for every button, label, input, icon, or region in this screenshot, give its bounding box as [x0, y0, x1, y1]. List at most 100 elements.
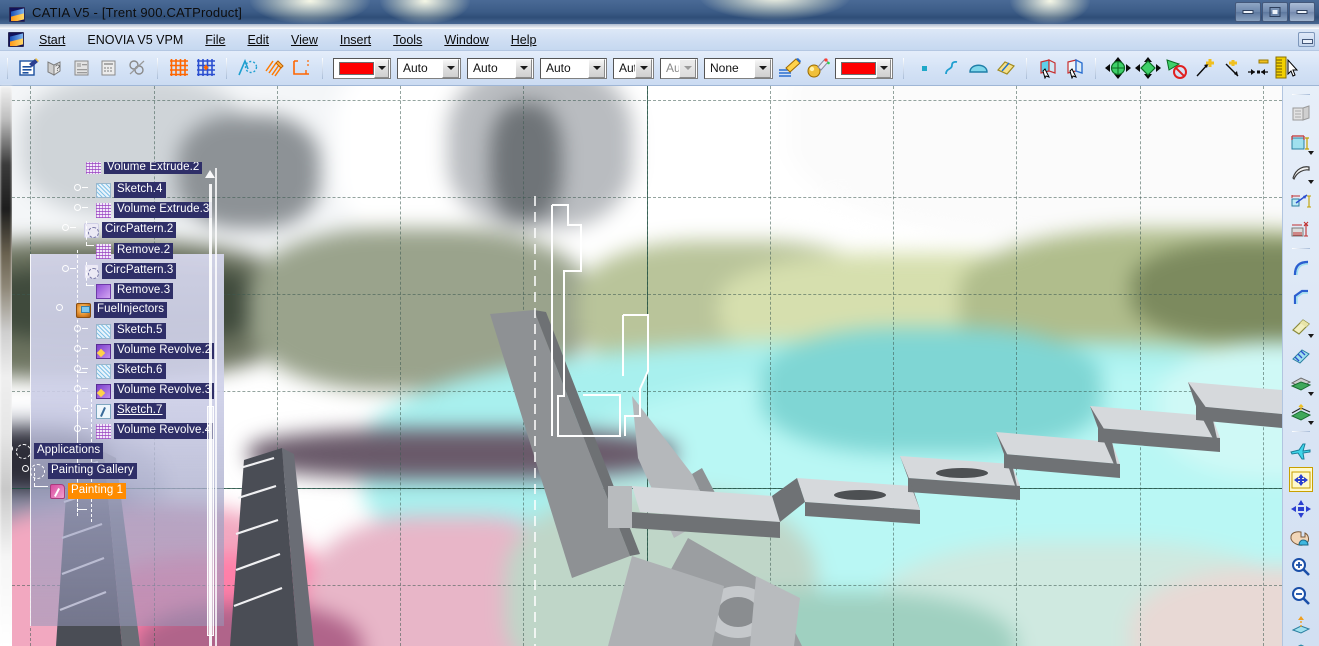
menu-start[interactable]: Start — [28, 29, 76, 51]
tree-node-volume-revolve-2[interactable]: Volume Revolve.2 — [96, 342, 215, 360]
menu-view[interactable]: View — [280, 29, 329, 51]
line-weight-combo[interactable]: Auto — [397, 57, 461, 79]
shrink-button[interactable] — [1218, 55, 1245, 82]
translate-button[interactable] — [1103, 55, 1133, 82]
maximize-button[interactable] — [1262, 2, 1288, 22]
chevron-down-icon[interactable] — [374, 58, 389, 78]
split-button[interactable] — [1286, 369, 1316, 398]
pan-button[interactable] — [1286, 494, 1316, 523]
tree-node-painting-1[interactable]: Painting 1 — [50, 482, 127, 500]
close-document-button[interactable] — [1298, 32, 1315, 47]
chevron-down-icon[interactable] — [1308, 421, 1314, 425]
rotate-button[interactable] — [1133, 55, 1163, 82]
paint-format-button[interactable]: ? — [42, 55, 69, 82]
menu-window[interactable]: Window — [433, 29, 499, 51]
color-swatch-combo[interactable] — [333, 57, 391, 79]
chevron-down-icon[interactable] — [588, 58, 605, 78]
point-button[interactable] — [911, 55, 938, 82]
surface-button[interactable] — [992, 55, 1019, 82]
chevron-down-icon[interactable] — [635, 58, 652, 78]
zoom-out-button[interactable] — [1286, 581, 1316, 610]
rendering-style-combo[interactable]: None — [704, 57, 773, 79]
fillet-button[interactable] — [1286, 253, 1316, 282]
chevron-down-icon[interactable] — [876, 58, 891, 78]
thick-surface-button[interactable] — [1286, 398, 1316, 427]
tree-node-volume-revolve-3[interactable]: Volume Revolve.3 — [96, 382, 215, 400]
tree-node-volume-extrude-2[interactable]: Volume Extrude.2 — [86, 162, 203, 174]
tree-node-volume-extrude-3[interactable]: Volume Extrude.3 — [96, 201, 213, 219]
snap-to-point-button[interactable] — [192, 55, 219, 82]
tree-node-circpattern-2[interactable]: CircPattern.2 — [84, 221, 177, 239]
eraser-button[interactable] — [1286, 311, 1316, 340]
chamfer-button[interactable] — [1286, 282, 1316, 311]
fly-mode-button[interactable] — [1286, 436, 1316, 465]
analyze-button[interactable] — [123, 55, 150, 82]
menu-help[interactable]: Help — [500, 29, 548, 51]
grid-button[interactable] — [165, 55, 192, 82]
tree-node-sketch-4[interactable]: Sketch.4 — [96, 181, 166, 199]
dimension-constraint-button[interactable] — [288, 55, 315, 82]
panel-edge — [215, 168, 217, 646]
chevron-down-icon[interactable] — [1308, 180, 1314, 184]
measure-inertia-button[interactable] — [1286, 215, 1316, 244]
fit-all-in-button[interactable] — [1286, 465, 1316, 494]
viewport-3d[interactable]: z x Volume Extrude.2 Sketch.4 V — [12, 86, 1282, 646]
spline-button[interactable] — [938, 55, 965, 82]
chevron-down-icon[interactable] — [1308, 151, 1314, 155]
menu-insert[interactable]: Insert — [329, 29, 382, 51]
apply-material-button[interactable] — [69, 55, 96, 82]
properties-button[interactable] — [15, 55, 42, 82]
fill-color-combo[interactable] — [835, 57, 893, 79]
tree-scrollbar[interactable] — [204, 168, 218, 646]
measure-item-button[interactable] — [1286, 157, 1316, 186]
tree-node-volume-revolve-4[interactable]: Volume Revolve.4 — [96, 422, 215, 440]
measure-between-button[interactable] — [1286, 186, 1316, 215]
pick-face-button[interactable] — [1034, 55, 1061, 82]
create-datum-button[interactable] — [1286, 128, 1316, 157]
tree-node-remove-3[interactable]: Remove.3 — [96, 282, 174, 300]
isometric-view-button[interactable] — [1286, 639, 1316, 646]
rotate-view-button[interactable] — [1286, 523, 1316, 552]
tree-node-sketch-5[interactable]: Sketch.5 — [96, 322, 166, 340]
tree-node-applications[interactable]: Applications — [16, 442, 104, 460]
line-type-combo[interactable]: Auto — [467, 57, 534, 79]
painter-button[interactable] — [776, 55, 804, 82]
tree-node-painting-gallery[interactable]: Painting Gallery — [30, 462, 137, 480]
sew-surface-button[interactable] — [1286, 340, 1316, 369]
tree-node-fuelinjectors[interactable]: FuelInjectors — [76, 301, 168, 319]
material-ball-button[interactable] — [804, 55, 832, 82]
menu-enovia-v5-vpm[interactable]: ENOVIA V5 VPM — [76, 29, 194, 51]
ruler-button[interactable] — [1271, 55, 1301, 82]
chevron-down-icon[interactable] — [1308, 392, 1314, 396]
no-snap-button[interactable] — [1163, 55, 1191, 82]
menu-tools[interactable]: Tools — [382, 29, 433, 51]
close-button[interactable] — [1289, 2, 1315, 22]
normal-view-button[interactable] — [1286, 610, 1316, 639]
collapse-button[interactable] — [1245, 55, 1271, 82]
pick-edge-button[interactable] — [1061, 55, 1088, 82]
chevron-down-icon[interactable] — [754, 58, 771, 78]
chevron-down-icon[interactable] — [679, 58, 696, 78]
tree-node-remove-2[interactable]: Remove.2 — [96, 242, 174, 260]
arc-button[interactable] — [965, 55, 992, 82]
menu-file[interactable]: File — [194, 29, 236, 51]
layer-combo[interactable]: Aut — [613, 57, 654, 79]
chevron-down-icon[interactable] — [442, 58, 459, 78]
tree-node-circpattern-3[interactable]: CircPattern.3 — [84, 262, 177, 280]
tree-node-sketch-7[interactable]: Sketch.7 — [96, 402, 166, 420]
sketch-analysis-button[interactable] — [234, 55, 261, 82]
update-all-button[interactable] — [1286, 99, 1316, 128]
transparency-combo[interactable]: Aut — [660, 57, 698, 79]
paint-hatch-button[interactable] — [261, 55, 288, 82]
grow-button[interactable] — [1191, 55, 1218, 82]
scroll-up-icon[interactable] — [205, 170, 215, 178]
menu-edit[interactable]: Edit — [236, 29, 280, 51]
minimize-button[interactable] — [1235, 2, 1261, 22]
point-style-combo[interactable]: Auto — [540, 57, 607, 79]
chevron-down-icon[interactable] — [1308, 334, 1314, 338]
scrollbar-thumb[interactable] — [207, 406, 214, 636]
tree-node-sketch-6[interactable]: Sketch.6 — [96, 362, 166, 380]
catalog-browser-button[interactable] — [96, 55, 123, 82]
chevron-down-icon[interactable] — [515, 58, 532, 78]
zoom-in-button[interactable] — [1286, 552, 1316, 581]
